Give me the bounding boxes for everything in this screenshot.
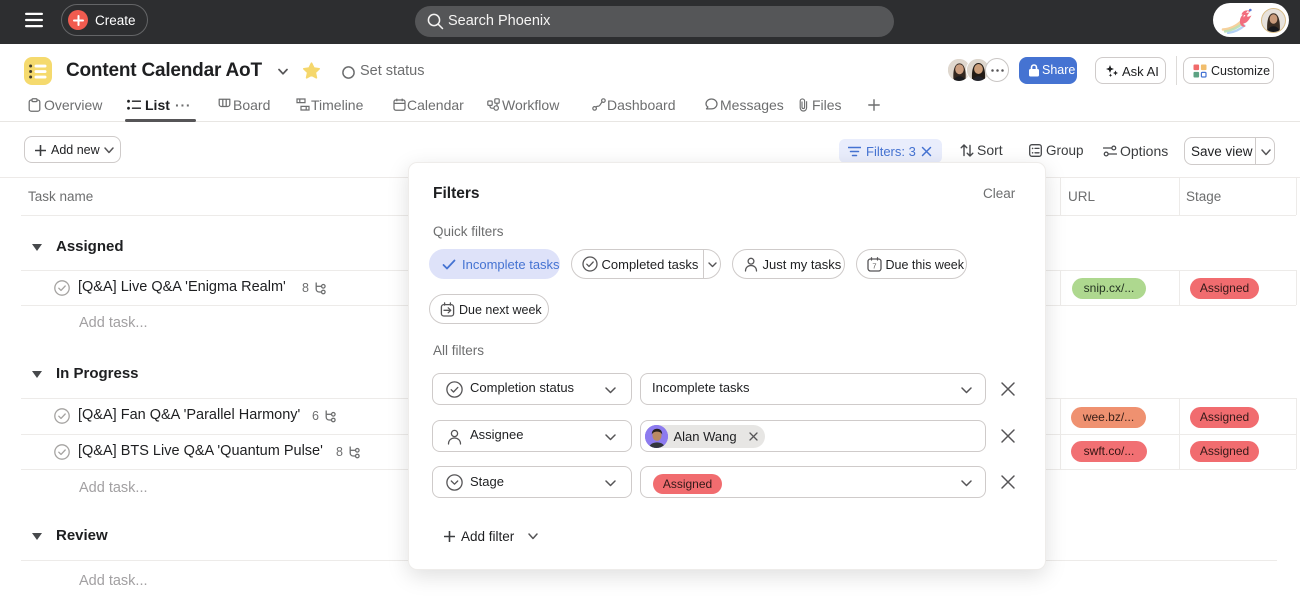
svg-text:7: 7 bbox=[872, 261, 876, 270]
